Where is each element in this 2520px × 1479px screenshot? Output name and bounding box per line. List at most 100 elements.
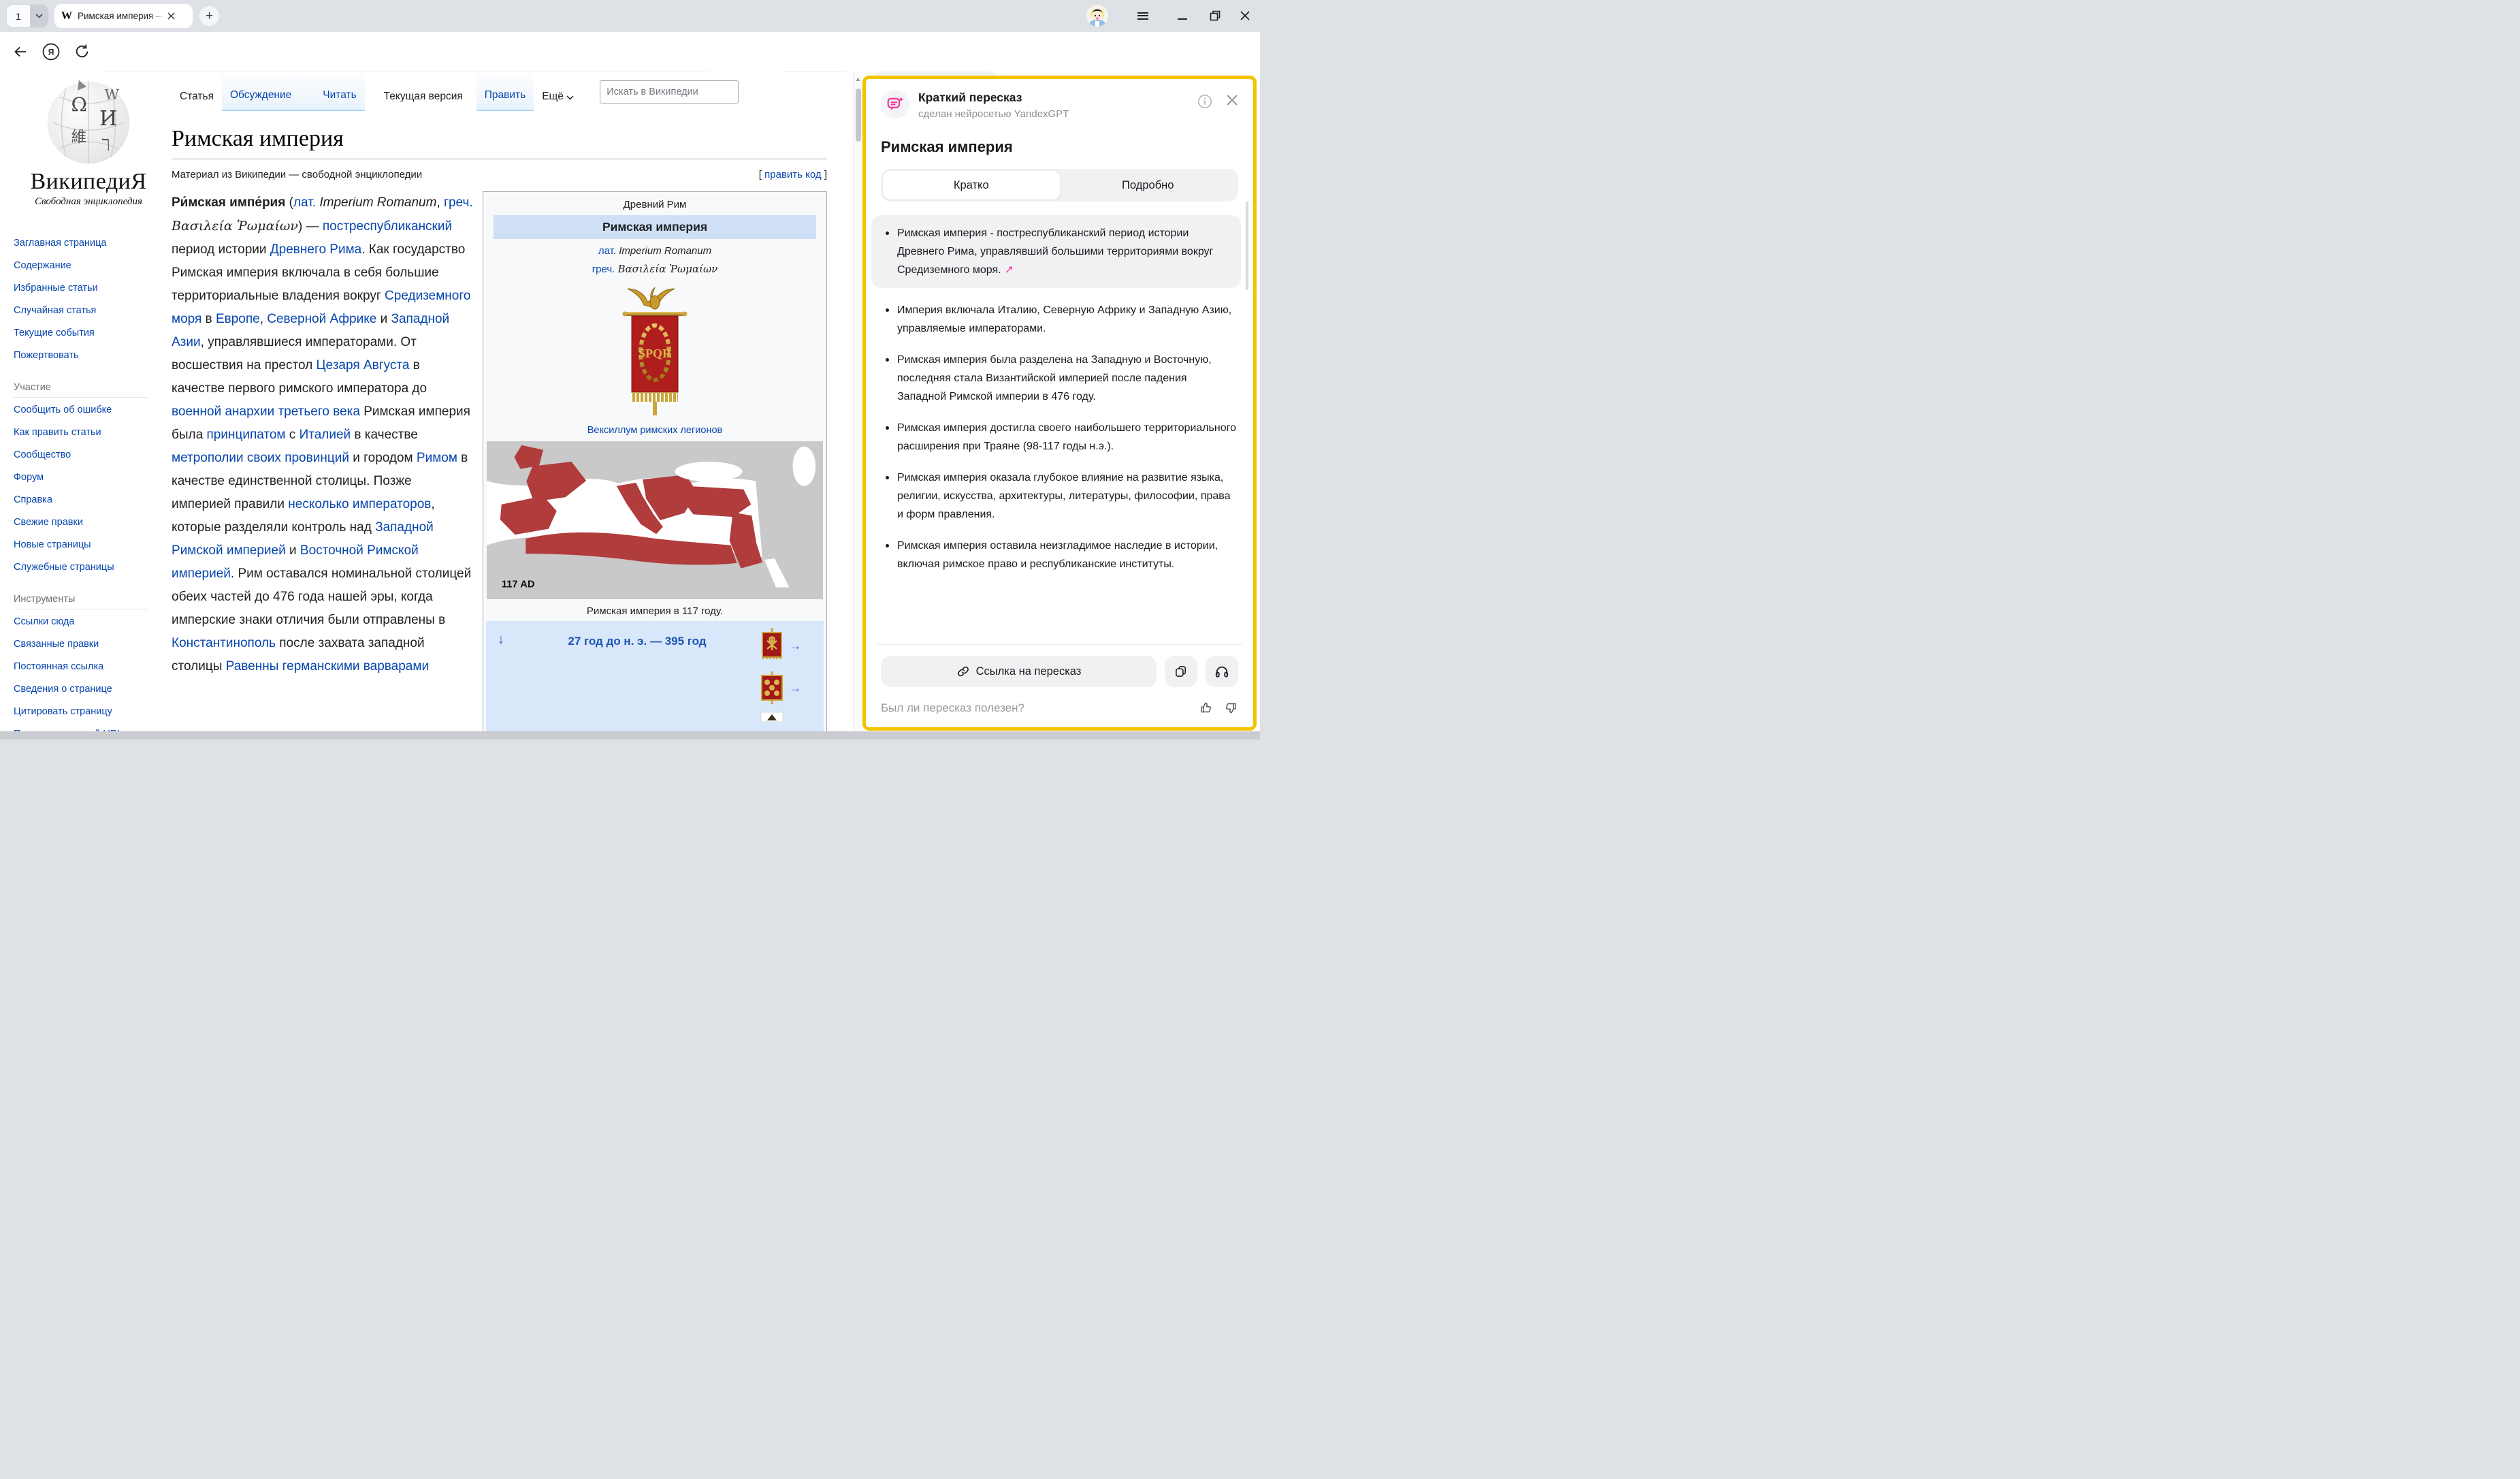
info-icon[interactable] bbox=[1197, 94, 1212, 109]
infobox-name: Римская империя bbox=[494, 215, 816, 239]
sidebar-link[interactable]: Сведения о странице bbox=[14, 684, 148, 695]
wiki-search-box[interactable] bbox=[600, 80, 739, 104]
wiki-link[interactable]: несколько императоров bbox=[288, 497, 431, 511]
wiki-link[interactable]: метрополии своих провинций bbox=[172, 451, 349, 465]
sidebar-link[interactable]: Пожертвовать bbox=[14, 350, 148, 362]
right-arrow-icon: → bbox=[790, 639, 801, 653]
feedback-question: Был ли пересказ полезен? bbox=[881, 701, 1024, 715]
source-link-arrow-icon[interactable]: ↗ bbox=[1005, 264, 1014, 276]
browser-toolbar: Я ru.wikipedia.org Римская империя — Вик… bbox=[0, 32, 1260, 72]
sidebar-link[interactable]: Связанные правки bbox=[14, 639, 148, 650]
vexillum-image[interactable]: SPQR bbox=[619, 283, 690, 418]
sidebar-link[interactable]: Как править статьи bbox=[14, 427, 148, 439]
wiki-link[interactable]: Италией bbox=[300, 428, 351, 442]
tab-more[interactable]: Ещё bbox=[534, 72, 582, 111]
sidebar-link[interactable]: Ссылки сюда bbox=[14, 616, 148, 628]
panel-scrollbar-thumb[interactable] bbox=[1246, 202, 1248, 290]
tab-discussion[interactable]: Обсуждение bbox=[222, 72, 300, 111]
sidebar-link[interactable]: Новые страницы bbox=[14, 539, 148, 551]
period-link[interactable]: 27 год до н. э. — 395 год bbox=[516, 635, 758, 737]
wiki-link[interactable]: принципатом bbox=[206, 428, 285, 442]
sidebar-link[interactable]: Случайная статья bbox=[14, 305, 148, 317]
reload-icon[interactable] bbox=[74, 43, 91, 60]
close-panel-icon[interactable] bbox=[1226, 94, 1238, 109]
chevron-down-icon[interactable] bbox=[30, 5, 48, 27]
new-tab-button[interactable]: + bbox=[199, 6, 219, 26]
sidebar-nav-tools: Ссылки сюда Связанные правки Постоянная сс… bbox=[14, 616, 163, 740]
summary-heading: Римская империя bbox=[881, 138, 1238, 156]
wiki-scrollbar[interactable]: ▲ bbox=[853, 72, 862, 740]
tab-edit[interactable]: Править bbox=[476, 72, 534, 111]
scroll-up-arrow-icon[interactable]: ▲ bbox=[855, 76, 861, 82]
tab-current-version[interactable]: Текущая версия bbox=[376, 72, 471, 111]
sidebar-link[interactable]: Заглавная страница bbox=[14, 238, 148, 249]
article-title: Римская империя bbox=[172, 126, 852, 152]
listen-summary-button[interactable] bbox=[1206, 656, 1238, 687]
menu-icon[interactable] bbox=[1133, 5, 1153, 26]
panel-header: Краткий пересказ сделан нейросетью Yande… bbox=[881, 90, 1238, 120]
thumbs-down-icon[interactable] bbox=[1224, 701, 1238, 715]
wiki-scrollbar-thumb[interactable] bbox=[856, 89, 861, 142]
map-caption: Римская империя в 117 году. bbox=[487, 605, 823, 617]
summary-bullet: Римская империя оказала глубокое влияние… bbox=[881, 468, 1238, 524]
wiki-link[interactable]: постреспубликанский bbox=[323, 219, 452, 234]
wiki-link[interactable]: Северной Африке bbox=[267, 312, 376, 326]
tab-detailed[interactable]: Подробно bbox=[1060, 171, 1237, 200]
user-avatar[interactable] bbox=[1086, 5, 1108, 27]
wiki-link[interactable]: Древнего Рима bbox=[270, 242, 361, 257]
browser-tab[interactable]: W Римская империя — Ви bbox=[54, 4, 193, 28]
feedback-row: Был ли пересказ полезен? bbox=[881, 701, 1238, 718]
sidebar-link[interactable]: Содержание bbox=[14, 260, 148, 272]
wiki-link[interactable]: Римом bbox=[417, 451, 457, 465]
sidebar-link[interactable]: Свежие правки bbox=[14, 517, 148, 528]
map-year-label: 117 AD bbox=[502, 579, 535, 590]
dots-banner-thumb-row[interactable]: → bbox=[758, 671, 824, 705]
greek-label-link[interactable]: греч. bbox=[592, 264, 615, 275]
empire-map-image[interactable]: 117 AD bbox=[487, 441, 823, 599]
infobox-state: Древний Рим bbox=[487, 195, 823, 214]
partial-banner-thumb[interactable] bbox=[758, 712, 824, 722]
wiki-link[interactable]: военной анархии третьего века bbox=[172, 404, 360, 419]
sidebar-link[interactable]: Форум bbox=[14, 472, 148, 483]
wiki-sidebar: Ω И 維 ך W ВикипедиЯ Свободная энциклопед… bbox=[0, 72, 163, 740]
sidebar-link[interactable]: Сообщество bbox=[14, 449, 148, 461]
minimize-button[interactable] bbox=[1172, 5, 1193, 26]
sidebar-link[interactable]: Служебные страницы bbox=[14, 562, 148, 573]
sidebar-link[interactable]: Текущие события bbox=[14, 328, 148, 339]
window-bottom-edge bbox=[0, 731, 1260, 740]
yandex-button[interactable]: Я bbox=[42, 43, 60, 61]
tab-counter-button[interactable]: 1 bbox=[7, 5, 48, 27]
sidebar-link[interactable]: Избранные статьи bbox=[14, 283, 148, 294]
sidebar-link[interactable]: Справка bbox=[14, 494, 148, 506]
vexillum-caption-link[interactable]: Вексиллум римских легионов bbox=[487, 425, 823, 436]
wiki-link[interactable]: лат. bbox=[293, 195, 316, 210]
sidebar-section-tools: Инструменты bbox=[14, 594, 148, 609]
maximize-button[interactable] bbox=[1205, 5, 1225, 26]
tab-read[interactable]: Читать bbox=[314, 72, 364, 111]
svg-text:ך: ך bbox=[102, 133, 110, 153]
labarum-thumb-row[interactable]: → bbox=[758, 628, 824, 665]
svg-text:W: W bbox=[105, 86, 120, 103]
wiki-link[interactable]: греч. bbox=[444, 195, 473, 210]
sidebar-link[interactable]: Постоянная ссылка bbox=[14, 661, 148, 673]
sidebar-link[interactable]: Сообщить об ошибке bbox=[14, 404, 148, 416]
tab-close-icon[interactable] bbox=[167, 12, 175, 20]
wiki-link[interactable]: Цезаря Августа bbox=[317, 358, 410, 372]
tab-article[interactable]: Статья bbox=[172, 72, 222, 111]
wiki-search-input[interactable] bbox=[600, 86, 737, 97]
edit-code-link: [ править код ] bbox=[759, 169, 827, 180]
back-button[interactable] bbox=[12, 44, 29, 60]
close-window-button[interactable] bbox=[1235, 5, 1255, 26]
summary-link-button[interactable]: Ссылка на пересказ bbox=[881, 656, 1157, 687]
article-from-line: Материал из Википедии — свободной энцикл… bbox=[172, 169, 422, 180]
copy-summary-button[interactable] bbox=[1165, 656, 1197, 687]
wiki-link[interactable]: Европе bbox=[216, 312, 260, 326]
edit-code-anchor[interactable]: править код bbox=[764, 169, 822, 180]
wiki-link[interactable]: Равенны германскими варварами bbox=[226, 659, 429, 673]
down-arrow-icon[interactable]: ↓ bbox=[486, 632, 516, 737]
wiki-link[interactable]: Константинополь bbox=[172, 636, 276, 650]
tab-brief[interactable]: Кратко bbox=[883, 171, 1060, 200]
thumbs-up-icon[interactable] bbox=[1199, 701, 1213, 715]
latin-label-link[interactable]: лат. bbox=[598, 245, 616, 257]
sidebar-link[interactable]: Цитировать страницу bbox=[14, 706, 148, 718]
